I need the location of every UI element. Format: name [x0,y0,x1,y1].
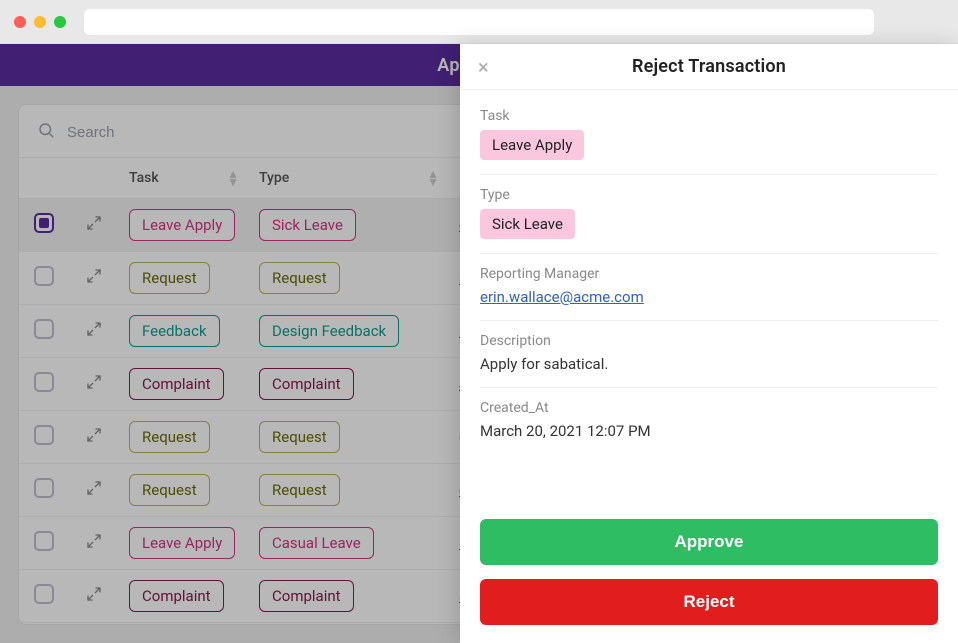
field-description-label: Description [480,333,938,349]
field-type-value: Sick Leave [480,209,575,239]
window-minimize-icon[interactable] [34,16,46,28]
task-tag: Request [129,474,210,506]
field-description: Description Apply for sabatical. [480,321,938,388]
close-icon[interactable]: × [478,57,489,77]
field-reporting-label: Reporting Manager [480,266,938,282]
expand-icon[interactable] [86,268,102,284]
expand-icon[interactable] [86,533,102,549]
sort-icon[interactable]: ▲▼ [427,170,439,186]
type-tag: Casual Leave [259,527,374,559]
type-tag: Request [259,474,340,506]
field-created-at: Created_At March 20, 2021 12:07 PM [480,388,938,454]
task-tag: Request [129,421,210,453]
type-tag: Request [259,262,340,294]
expand-icon[interactable] [86,374,102,390]
search-icon [37,121,55,143]
reject-button[interactable]: Reject [480,579,938,625]
sort-icon[interactable]: ▲▼ [227,170,239,186]
approve-button[interactable]: Approve [480,519,938,565]
type-tag: Sick Leave [259,209,356,241]
expand-icon[interactable] [86,321,102,337]
field-description-value: Apply for sabatical. [480,355,938,373]
col-header-expand [69,158,119,199]
type-tag: Request [259,421,340,453]
col-header-type-label: Type [259,170,289,186]
expand-icon[interactable] [86,586,102,602]
type-tag: Complaint [259,580,354,612]
window-maximize-icon[interactable] [54,16,66,28]
field-task-value: Leave Apply [480,130,584,160]
row-checkbox[interactable] [34,584,54,604]
col-header-task[interactable]: Task ▲▼ [119,158,249,199]
field-created-at-value: March 20, 2021 12:07 PM [480,422,938,440]
task-tag: Complaint [129,368,224,400]
expand-icon[interactable] [86,480,102,496]
col-header-type[interactable]: Type ▲▼ [249,158,449,199]
col-header-task-label: Task [129,170,159,186]
traffic-lights [14,16,66,28]
field-task-label: Task [480,108,938,124]
task-tag: Complaint [129,580,224,612]
field-created-at-label: Created_At [480,400,938,416]
row-checkbox[interactable] [34,425,54,445]
field-type-label: Type [480,187,938,203]
field-type: Type Sick Leave [480,175,938,254]
expand-icon[interactable] [86,215,102,231]
window-close-icon[interactable] [14,16,26,28]
panel-body: Task Leave Apply Type Sick Leave Reporti… [460,90,958,505]
window-chrome [0,0,958,44]
row-checkbox[interactable] [34,478,54,498]
panel-header: × Reject Transaction [460,44,958,90]
field-reporting-value[interactable]: erin.wallace@acme.com [480,288,644,306]
row-checkbox[interactable] [34,213,54,233]
field-task: Task Leave Apply [480,96,938,175]
row-checkbox[interactable] [34,531,54,551]
task-tag: Leave Apply [129,527,235,559]
detail-panel: × Reject Transaction Task Leave Apply Ty… [460,44,958,643]
type-tag: Design Feedback [259,315,399,347]
url-bar[interactable] [84,9,874,35]
type-tag: Complaint [259,368,354,400]
panel-title: Reject Transaction [478,56,940,77]
task-tag: Feedback [129,315,220,347]
row-checkbox[interactable] [34,372,54,392]
row-checkbox[interactable] [34,266,54,286]
expand-icon[interactable] [86,427,102,443]
panel-actions: Approve Reject [460,505,958,643]
task-tag: Leave Apply [129,209,235,241]
field-reporting: Reporting Manager erin.wallace@acme.com [480,254,938,321]
col-header-select [19,158,69,199]
row-checkbox[interactable] [34,319,54,339]
task-tag: Request [129,262,210,294]
